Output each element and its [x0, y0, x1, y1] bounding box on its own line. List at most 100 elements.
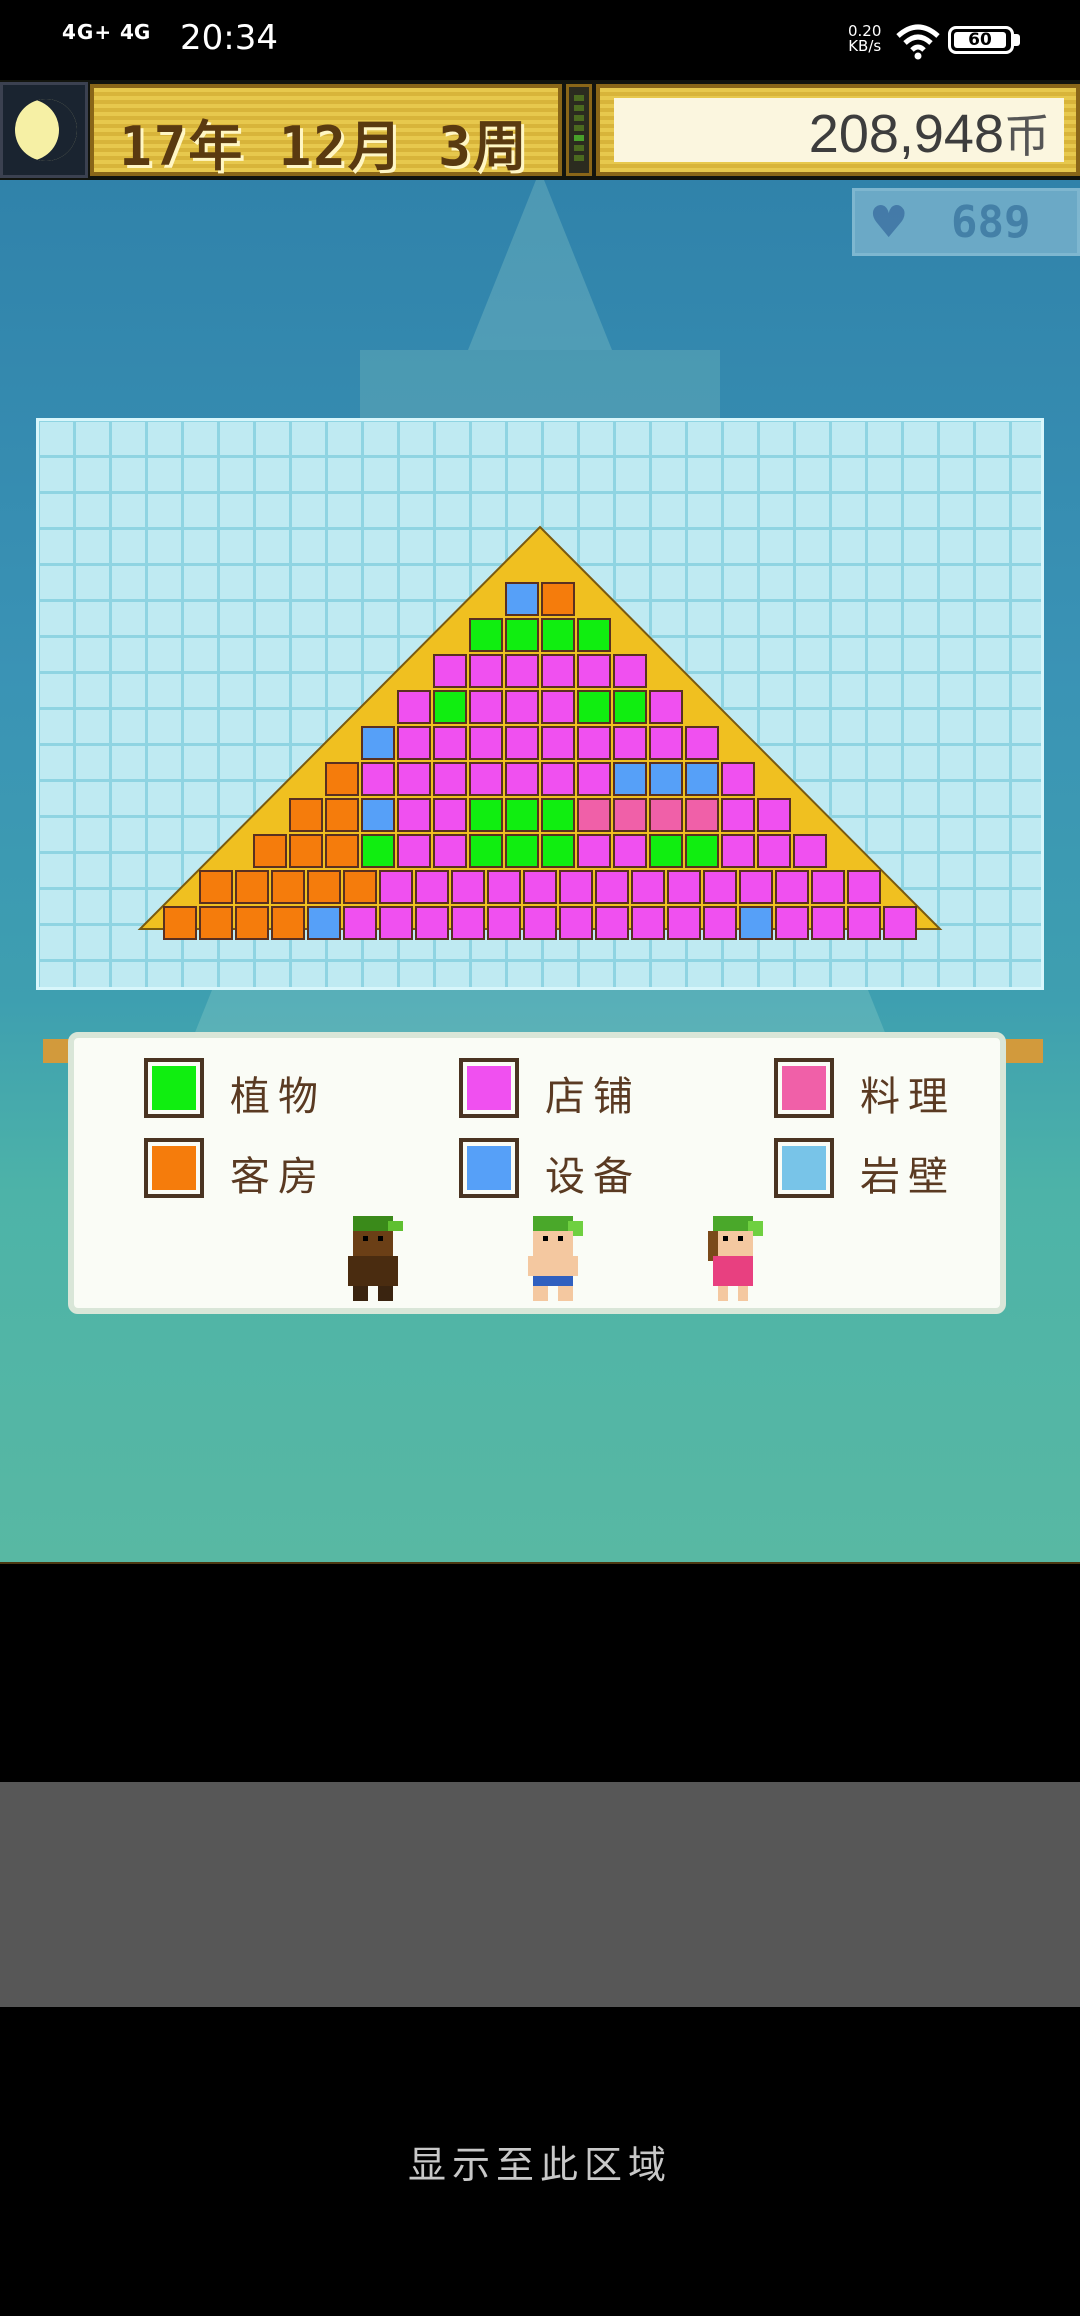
pyramid-cell [667, 870, 701, 904]
pyramid-cell [541, 654, 575, 688]
pyramid-cell [685, 762, 719, 796]
pyramid-cell [847, 870, 881, 904]
legend-label: 店铺 [545, 1074, 641, 1120]
pyramid-cell [469, 834, 503, 868]
pyramid-cell [199, 870, 233, 904]
pyramid-cell [721, 798, 755, 832]
progress-meter [566, 84, 592, 176]
pyramid-cell [505, 798, 539, 832]
pyramid-cell [631, 906, 665, 940]
pyramid-cell [433, 654, 467, 688]
pyramid-cell [469, 618, 503, 652]
pyramid-cell [649, 762, 683, 796]
game-date: 17年 12月 3周 [119, 115, 529, 178]
game-screen: 17年 12月 3周 208,948币 ♥ 689 植物 店铺 料理 客房 设备… [0, 80, 1080, 1564]
pyramid-cell [361, 726, 395, 760]
pyramid-cell [361, 834, 395, 868]
coin-panel: 208,948币 [596, 84, 1080, 176]
moon-icon [15, 99, 77, 161]
pyramid-cell [433, 762, 467, 796]
legend-panel: 植物 店铺 料理 客房 设备 岩壁 [68, 1032, 1006, 1314]
pyramid-cell [433, 726, 467, 760]
pyramid-cell [271, 870, 305, 904]
pyramid-cell [343, 870, 377, 904]
pyramid-cell [613, 690, 647, 724]
pyramid-cell [541, 618, 575, 652]
pyramid-cell [397, 798, 431, 832]
pyramid-cell [775, 906, 809, 940]
pyramid-cell [235, 870, 269, 904]
pyramid-cell [703, 906, 737, 940]
pyramid-cell [703, 870, 737, 904]
coin-unit: 币 [1004, 110, 1050, 162]
pyramid-cell [505, 726, 539, 760]
pyramid-cell [757, 798, 791, 832]
pyramid-cell [613, 798, 647, 832]
battery-icon: 60 [948, 26, 1014, 54]
pyramid-cell [541, 582, 575, 616]
network-indicator-2: 4G [120, 20, 151, 44]
character-sprite [528, 1216, 583, 1301]
pyramid-cell [415, 906, 449, 940]
pyramid-cell [469, 762, 503, 796]
pyramid-cell [343, 906, 377, 940]
pyramid-cell [577, 798, 611, 832]
pyramid-cell [505, 690, 539, 724]
pyramid-cell [613, 834, 647, 868]
pyramid-cell [253, 834, 287, 868]
pyramid-cell [487, 870, 521, 904]
legend-label: 料理 [860, 1074, 956, 1120]
legend-swatch [774, 1058, 834, 1118]
pyramid-cell [451, 906, 485, 940]
pyramid-cell [289, 834, 323, 868]
pyramid-cell [721, 762, 755, 796]
floor-map-grid [36, 418, 1044, 1063]
pyramid-cell [685, 834, 719, 868]
pyramid-cell [289, 798, 323, 832]
pyramid-cell [541, 726, 575, 760]
pyramid-cell [649, 834, 683, 868]
speed-unit: KB/s [848, 37, 882, 55]
pyramid-cell [487, 906, 521, 940]
pyramid-cell [577, 834, 611, 868]
pyramid-cell [397, 726, 431, 760]
letterbox-area [0, 1782, 1080, 2007]
pyramid-cell [595, 870, 629, 904]
heart-count: 689 [951, 197, 1031, 248]
pyramid-cell [505, 834, 539, 868]
pyramid-cell [469, 654, 503, 688]
pyramid-cell [577, 618, 611, 652]
legend-label: 设备 [545, 1154, 641, 1200]
pyramid-cell [613, 726, 647, 760]
pyramid-cell [361, 762, 395, 796]
pyramid-cell [667, 906, 701, 940]
pyramid-cell [811, 870, 845, 904]
pyramid-cell [505, 618, 539, 652]
coin-amount: 208,948 [808, 104, 1004, 164]
pyramid-cell [397, 834, 431, 868]
legend-swatch [774, 1138, 834, 1198]
status-bar: 4G+ 4G 20:34 0.20 KB/s 60 [0, 0, 1080, 80]
pyramid-cell [613, 654, 647, 688]
pyramid-cell [361, 798, 395, 832]
pyramid-cell [739, 906, 773, 940]
heart-panel: ♥ 689 [852, 188, 1080, 256]
pyramid-cell [469, 798, 503, 832]
pyramid-outline [137, 525, 943, 930]
pyramid-cell [451, 870, 485, 904]
pyramid-cell [433, 834, 467, 868]
pyramid-cell [379, 906, 413, 940]
pyramid-cell [325, 834, 359, 868]
pyramid-cell [505, 582, 539, 616]
pyramid-cell [307, 906, 341, 940]
pyramid-cell [541, 834, 575, 868]
pyramid-cell [577, 654, 611, 688]
time-of-day-indicator[interactable] [0, 82, 88, 178]
legend-label: 植物 [230, 1074, 326, 1120]
display-area-label: 显示至此区域 [407, 2143, 672, 2187]
top-hud: 17年 12月 3周 208,948币 [0, 80, 1080, 180]
legend-swatch [144, 1138, 204, 1198]
pyramid-cell [505, 654, 539, 688]
pyramid-cell [379, 870, 413, 904]
pyramid-cell [469, 726, 503, 760]
